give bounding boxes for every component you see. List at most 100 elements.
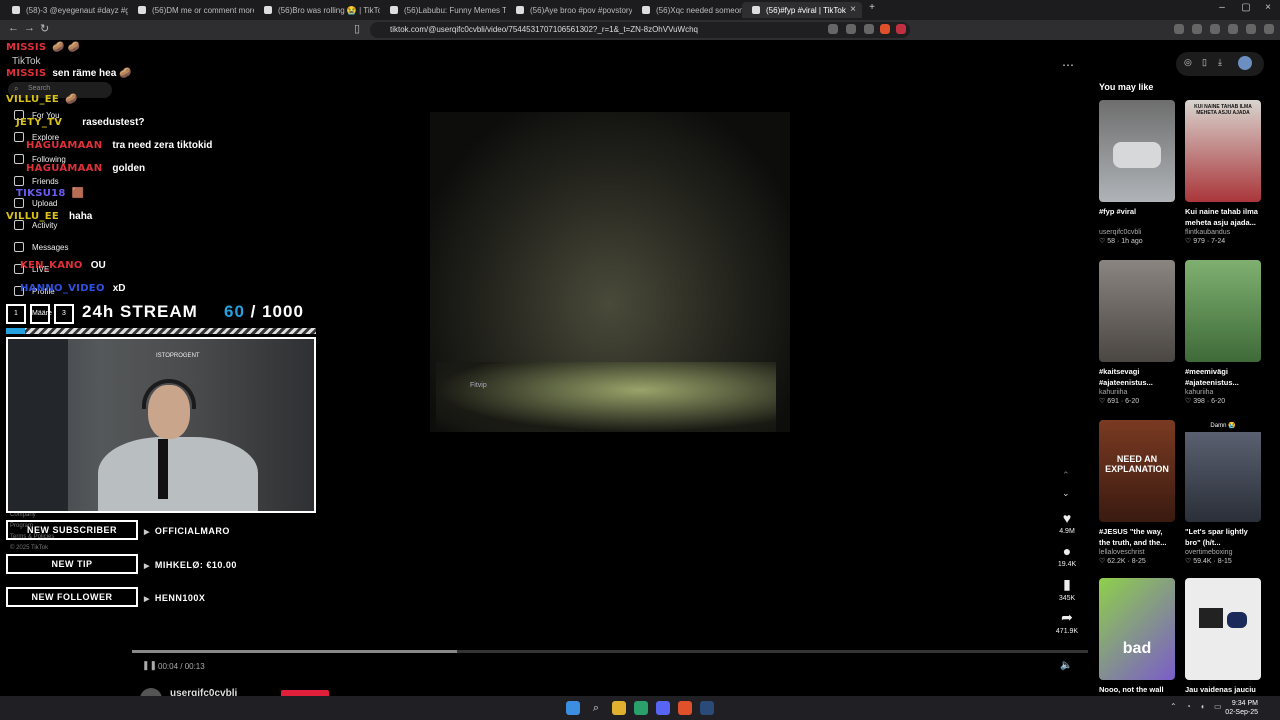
tab-title: (56)Labubu: Funny Memes That Will... xyxy=(404,5,506,15)
search-icon[interactable]: ⌕ xyxy=(589,701,603,715)
avatar[interactable] xyxy=(1238,56,1252,70)
extension-icon[interactable] xyxy=(1228,24,1238,34)
video-player[interactable]: Fitvip xyxy=(430,112,790,432)
suggested-video-card[interactable]: Jau vaidenas jauciu xyxy=(1185,578,1261,706)
video-progress-fill xyxy=(132,650,458,653)
start-menu-icon[interactable] xyxy=(566,701,580,715)
suggested-video-card[interactable]: Damn 😭 "Let's spar lightly bro" (h/t... … xyxy=(1185,420,1261,565)
stream-title: 24h STREAM xyxy=(82,302,198,321)
microphone xyxy=(158,439,168,499)
video-caption: #kaitsevagi #ajateenistus... xyxy=(1099,367,1153,387)
network-icon[interactable]: ◔ xyxy=(1186,702,1191,711)
chat-text: sen räme hea 🥔 xyxy=(52,68,132,79)
prev-video-icon[interactable]: ⌃ xyxy=(1062,470,1070,481)
chat-message: MISSIS 🥔 🥔 xyxy=(6,42,80,53)
brave-shield-icon[interactable] xyxy=(880,24,890,34)
paper-plane-icon xyxy=(14,242,24,252)
bookmark-icon[interactable]: ▯ xyxy=(354,22,360,35)
extension-icon[interactable] xyxy=(846,24,856,34)
chat-text: xD xyxy=(112,283,126,294)
goal-progress-fill xyxy=(6,328,25,334)
video-progress-bar[interactable] xyxy=(132,650,1088,653)
friends-icon xyxy=(14,176,24,186)
stream-box: Määre xyxy=(30,304,52,324)
nav-label: Upload xyxy=(32,198,58,208)
nav-label: Messages xyxy=(32,242,69,252)
bookmark-icon: ▮ xyxy=(1063,576,1071,592)
save-button[interactable]: ▮ 345K xyxy=(1050,576,1084,602)
video-author: kahuriiha xyxy=(1185,389,1214,396)
brave-browser-icon[interactable] xyxy=(678,701,692,715)
user-icon xyxy=(14,154,24,164)
chat-username: TIKSU18 xyxy=(16,188,66,199)
like-button[interactable]: ♥ 4.9M xyxy=(1050,510,1084,535)
browser-tab[interactable]: (56)Labubu: Funny Memes That Will... xyxy=(380,2,506,18)
windows-taskbar: ⌕ ⌃ ◔ ◖ ▭ 9:34 PM 02-Sep-25 xyxy=(0,696,1280,720)
coin-icon[interactable]: ◎ xyxy=(1184,57,1192,68)
chat-message: JETY_TV rasedustest? xyxy=(16,117,145,128)
nav-friends[interactable]: Friends xyxy=(14,176,59,186)
nav-messages[interactable]: Messages xyxy=(14,242,68,252)
suggested-video-card[interactable]: #fyp #viral userqifc0cvbli ♡ 58 · 1h ago xyxy=(1099,100,1175,245)
browser-tab-active[interactable]: (56)#fyp #viral | TikTok × xyxy=(742,2,862,18)
nav-upload[interactable]: Upload xyxy=(14,198,57,208)
forward-arrow-icon[interactable]: → xyxy=(24,22,35,34)
video-caption: "Let's spar lightly bro" (h/t... xyxy=(1185,527,1248,547)
extension-icon[interactable] xyxy=(1174,24,1184,34)
pause-icon[interactable]: ❚❚ xyxy=(142,660,157,671)
menu-icon[interactable] xyxy=(1264,24,1274,34)
video-caption: #fyp #viral xyxy=(1099,207,1137,216)
thumbnail-text: NEED AN EXPLANATION xyxy=(1105,454,1169,474)
extension-icon[interactable] xyxy=(1192,24,1202,34)
chat-username: HANNO_VIDEO xyxy=(20,283,105,294)
tiktok-logo[interactable]: TikTok xyxy=(12,56,41,67)
brave-rewards-icon[interactable] xyxy=(896,24,906,34)
phone-icon[interactable]: ▯ xyxy=(1202,57,1207,68)
comment-count: 19.4K xyxy=(1057,561,1077,568)
tab-title: (56)Bro was rolling 😭 | TikTok xyxy=(278,5,380,15)
suggested-video-card[interactable]: #meemivägi #ajateenistus... kahuriiha ♡ … xyxy=(1185,260,1261,405)
reload-icon[interactable]: ↻ xyxy=(40,22,49,35)
video-thumbnail xyxy=(1099,100,1175,202)
extension-icon[interactable] xyxy=(1210,24,1220,34)
close-window-icon[interactable]: × xyxy=(1258,2,1278,13)
suggested-video-card[interactable]: #kaitsevagi #ajateenistus... kahuriiha ♡… xyxy=(1099,260,1175,405)
tray-chevron-icon[interactable]: ⌃ xyxy=(1170,702,1177,711)
tiktok-page: TikTok ⌕ Search For You Explore Followin… xyxy=(0,40,1280,710)
minimize-icon[interactable]: – xyxy=(1212,2,1232,13)
suggested-video-card[interactable]: KUI NAINE TAHAB ILMA MEHETA ASJU AJADA K… xyxy=(1185,100,1261,245)
extension-icon[interactable] xyxy=(828,24,838,34)
battery-icon[interactable]: ▭ xyxy=(1214,702,1222,711)
steam-icon[interactable] xyxy=(700,701,714,715)
comment-button[interactable]: ● 19.4K xyxy=(1050,543,1084,568)
close-tab-icon[interactable]: × xyxy=(850,4,856,15)
alert-follower-value: HENN100X xyxy=(144,593,205,603)
suggested-video-card[interactable]: NEED AN EXPLANATION #JESUS "the way, the… xyxy=(1099,420,1175,565)
suggested-video-card[interactable]: bad Nooo, not the wall xyxy=(1099,578,1175,706)
back-arrow-icon[interactable]: ← xyxy=(8,22,19,34)
next-video-icon[interactable]: ⌄ xyxy=(1062,488,1070,499)
volume-icon[interactable]: 🔈 xyxy=(1060,660,1072,671)
system-clock[interactable]: 9:34 PM 02-Sep-25 xyxy=(1225,699,1258,717)
maximize-icon[interactable]: ▢ xyxy=(1236,2,1256,13)
new-tab-button[interactable]: + xyxy=(862,2,882,13)
extension-icon[interactable] xyxy=(1246,24,1256,34)
browser-tab[interactable]: (56)DM me or comment more pictur... xyxy=(128,2,254,18)
download-icon[interactable]: ⤓ xyxy=(1218,57,1222,68)
browser-tab[interactable]: (56)Xqc needed someone to pinch hi... xyxy=(632,2,742,18)
share-icon[interactable] xyxy=(864,24,874,34)
browser-tab[interactable]: (56)Bro was rolling 😭 | TikTok xyxy=(254,2,380,18)
more-options-icon[interactable]: ⋯ xyxy=(1062,58,1074,72)
stream-goal-progress xyxy=(6,328,316,334)
browser-tab[interactable]: (58)-3 @eyegenaut #dayz #game #... xyxy=(2,2,128,18)
share-button[interactable]: ➦ 471.9K xyxy=(1050,609,1084,635)
alert-subscriber-value: OFFICIALMARO xyxy=(144,526,230,536)
browser-tab[interactable]: (56)Aye broo #pov #povstory #story... xyxy=(506,2,632,18)
file-explorer-icon[interactable] xyxy=(612,701,626,715)
app-icon[interactable] xyxy=(634,701,648,715)
volume-icon[interactable]: ◖ xyxy=(1200,702,1205,711)
headphones xyxy=(142,379,196,409)
chat-username: HAGUAMAAN xyxy=(26,163,103,174)
chat-message: HAGUAMAAN tra need zera tiktokid xyxy=(26,140,212,151)
discord-icon[interactable] xyxy=(656,701,670,715)
